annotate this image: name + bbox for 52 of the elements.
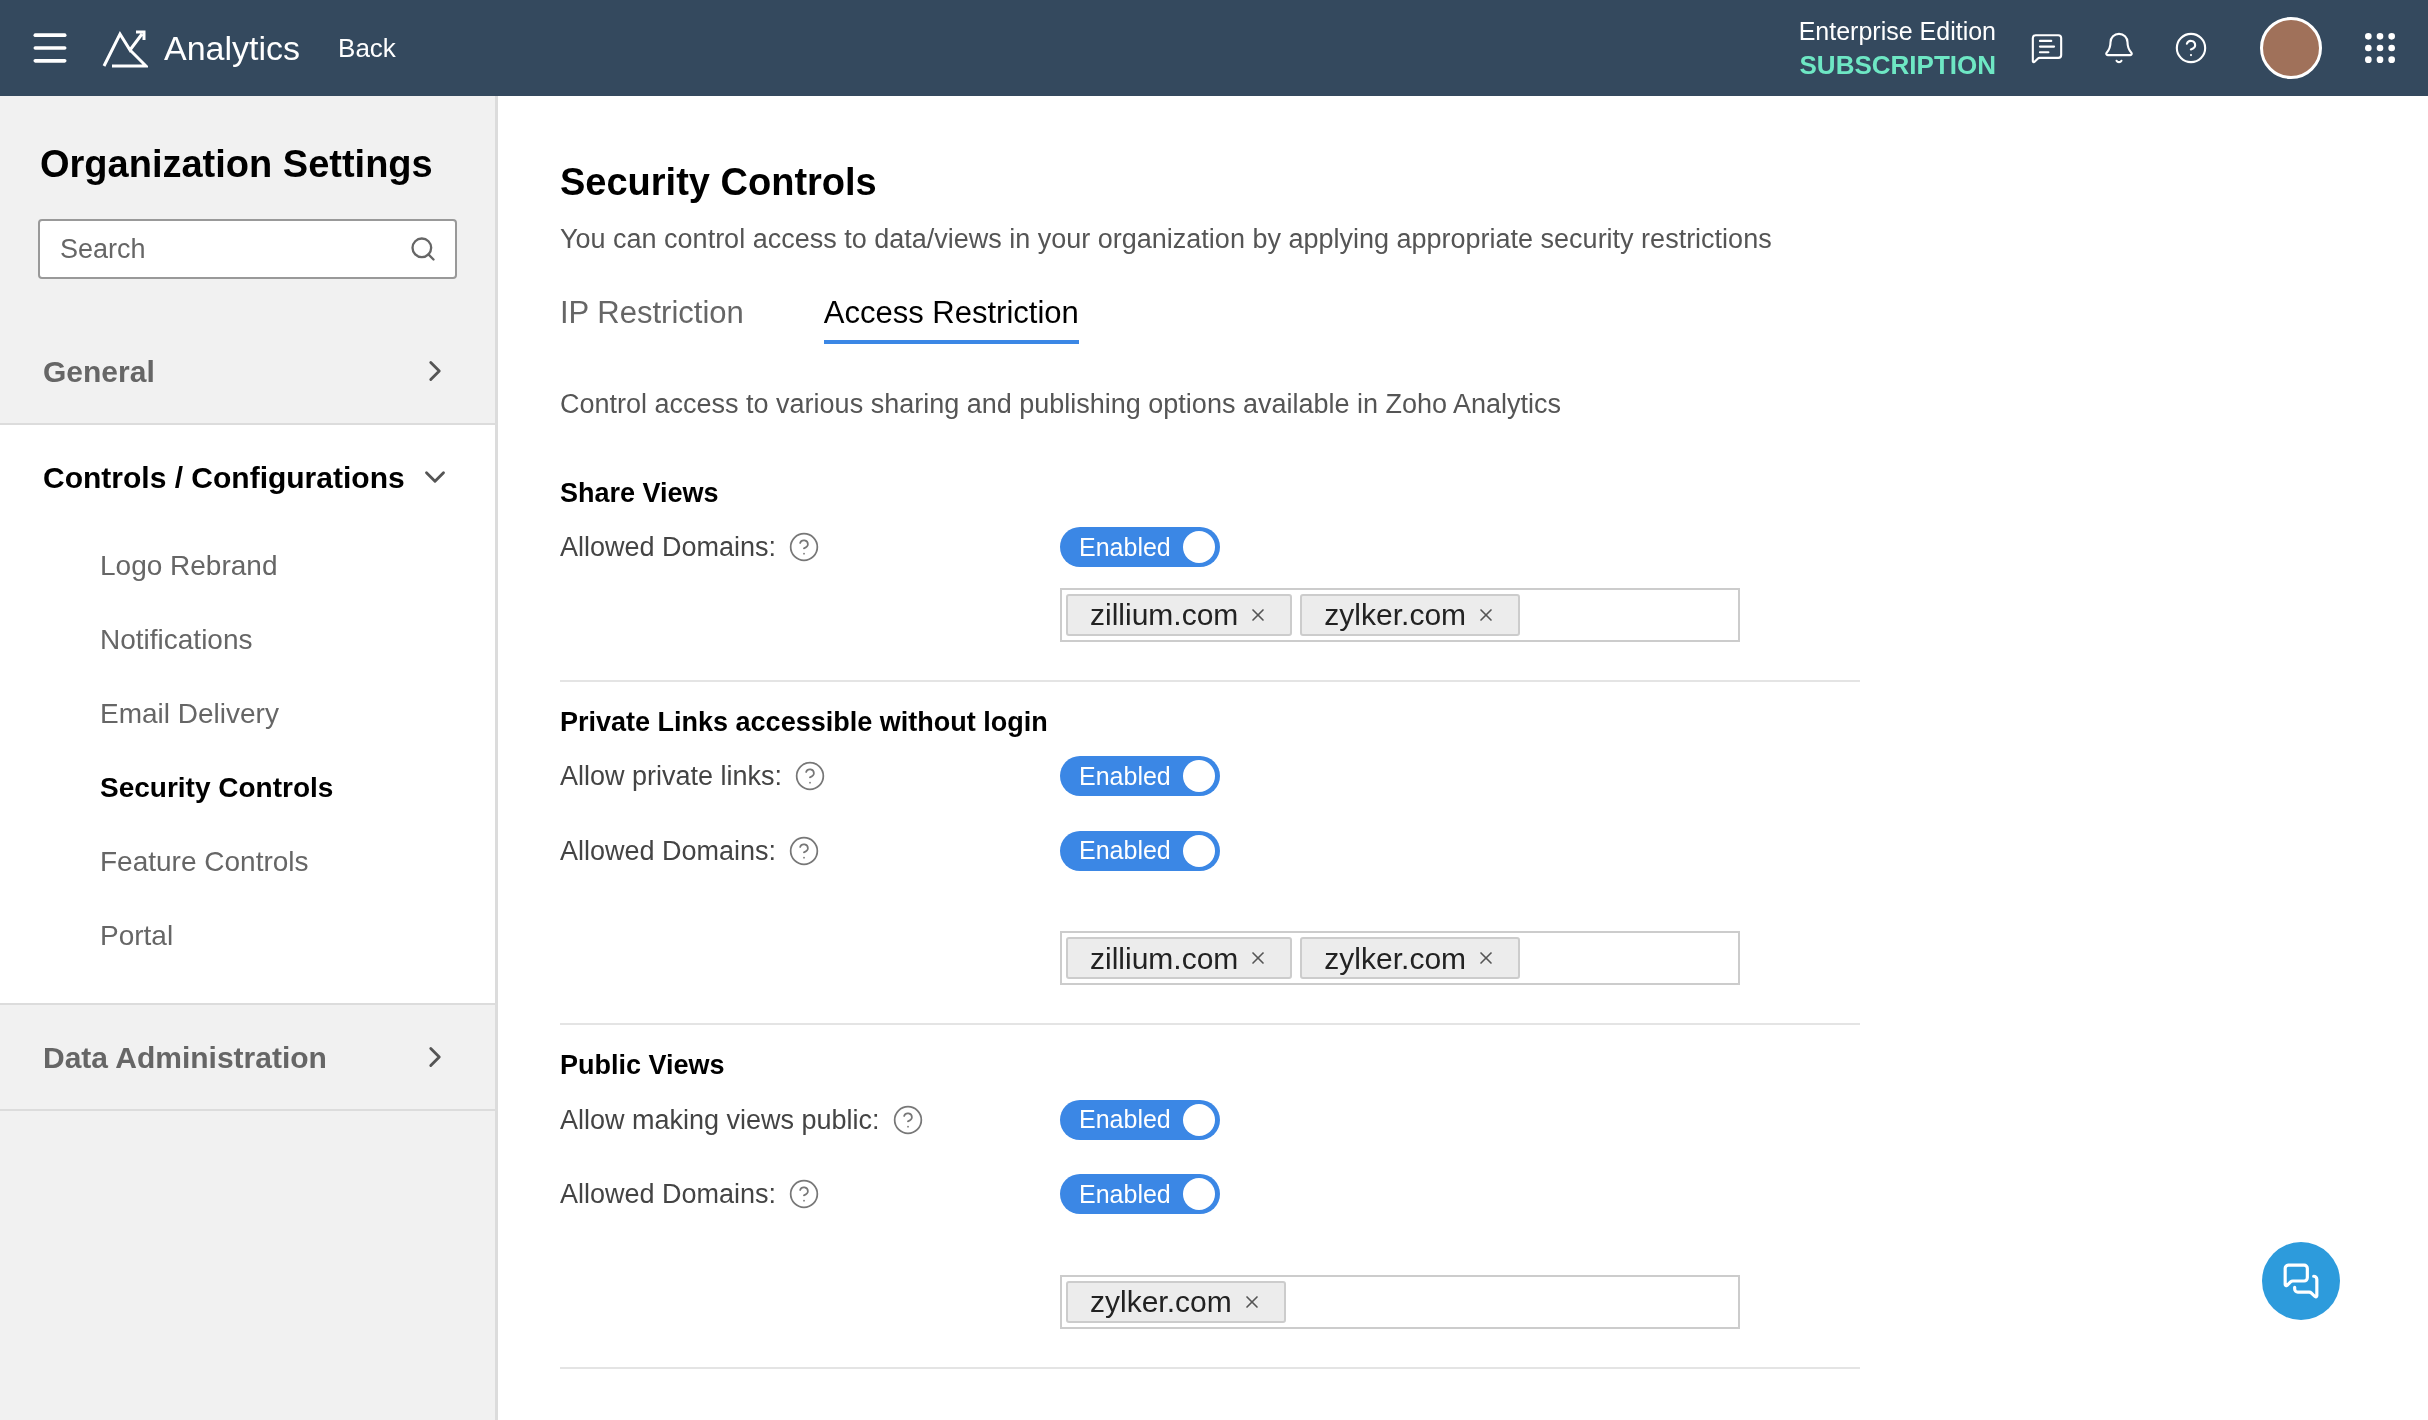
sidebar-group[interactable]: General — [0, 319, 495, 423]
description: Control access to various sharing and publishing options available in Zoho Analytics — [560, 388, 1563, 421]
sidebar-group[interactable]: Controls / Configurations — [0, 425, 495, 529]
back-link[interactable]: Back — [338, 28, 396, 68]
domain-input-field[interactable]: zylker.com — [1060, 1274, 1740, 1329]
edition-label: Enterprise Edition — [1798, 16, 1996, 47]
sidebar-item[interactable]: Notifications — [0, 603, 495, 677]
field-label: Allowed Domains: — [560, 531, 777, 564]
app-name: Analytics — [164, 27, 301, 69]
help-icon[interactable] — [788, 1178, 821, 1211]
section-title: Share Views — [560, 476, 720, 510]
domain-tag: zylker.com — [1066, 1280, 1286, 1323]
help-icon[interactable] — [788, 834, 821, 867]
sidebar-item[interactable]: Security Controls — [0, 751, 495, 825]
tab[interactable]: Access Restriction — [823, 289, 1079, 344]
subscription-link[interactable]: SUBSCRIPTION — [1799, 48, 1996, 82]
field-label: Allowed Domains: — [560, 1178, 777, 1211]
section-title: Private Links accessible without login — [560, 705, 1049, 739]
section-title: Public Views — [560, 1049, 726, 1082]
domain-tag: zylker.com — [1300, 937, 1521, 979]
sidebar-item[interactable]: Logo Rebrand — [0, 529, 495, 603]
help-icon[interactable] — [788, 531, 821, 564]
tab[interactable]: IP Restriction — [560, 289, 744, 344]
search-icon — [409, 235, 437, 263]
page-title: Security Controls — [560, 160, 878, 205]
help-icon[interactable] — [794, 760, 827, 793]
toggle-switch[interactable]: Enabled — [1060, 1099, 1220, 1140]
sidebar-title: Organization Settings — [39, 142, 434, 187]
page-subtitle: You can control access to data/views in your organization by applying appropriate security restrictions — [560, 223, 1773, 256]
field-label: Allow private links: — [560, 760, 783, 793]
help-icon[interactable] — [891, 1103, 924, 1136]
toggle-switch[interactable]: Enabled — [1060, 1174, 1220, 1215]
domain-input-field[interactable]: zillium.com zylker.com — [1060, 587, 1740, 642]
toggle-switch[interactable]: Enabled — [1060, 830, 1220, 871]
chart-logo-icon — [102, 28, 148, 68]
toggle-switch[interactable]: Enabled — [1060, 527, 1220, 568]
sidebar-group[interactable]: Data Administration — [0, 1005, 495, 1109]
notification-icon[interactable] — [2102, 31, 2136, 65]
help-icon[interactable] — [2174, 31, 2208, 65]
domain-tag: zillium.com — [1066, 593, 1293, 636]
chat-icon[interactable] — [2030, 31, 2064, 65]
toggle-switch[interactable]: Enabled — [1060, 756, 1220, 797]
chat-bubbles-icon — [2282, 1262, 2320, 1300]
sidebar-item[interactable]: Email Delivery — [0, 677, 495, 751]
domain-tag: zillium.com — [1066, 937, 1293, 979]
field-label: Allowed Domains: — [560, 834, 777, 868]
field-label: Allow making views public: — [560, 1103, 880, 1137]
domain-input-field[interactable]: zillium.com zylker.com — [1060, 931, 1740, 985]
domain-tag: zylker.com — [1300, 593, 1521, 636]
search-field[interactable]: Search — [38, 219, 457, 279]
sidebar-item[interactable]: Portal — [0, 899, 495, 973]
sidebar-item[interactable]: Feature Controls — [0, 825, 495, 899]
